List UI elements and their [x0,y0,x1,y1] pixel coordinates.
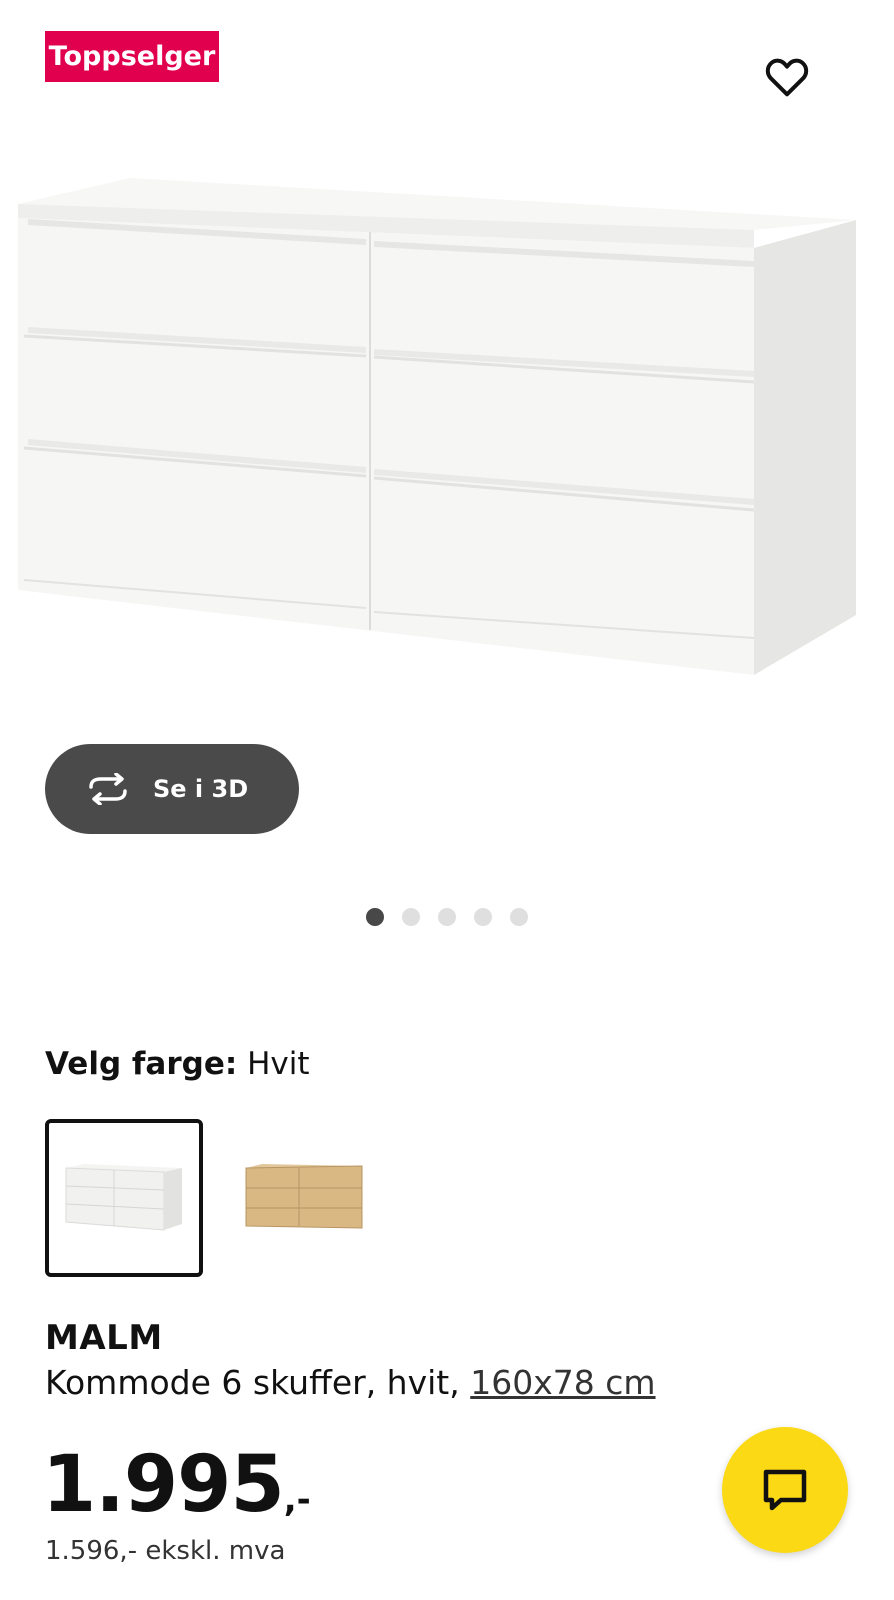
white-dresser-thumbnail [65,1164,182,1231]
gallery-dot[interactable] [474,908,492,926]
badge-label: Toppselger [48,41,216,72]
price-excl-vat: 1.596,- ekskl. mva [45,1536,286,1566]
product-description-text: Kommode 6 skuffer, hvit, [45,1363,460,1402]
color-swatch-oak[interactable] [225,1119,383,1277]
gallery-dot[interactable] [438,908,456,926]
product-description: Kommode 6 skuffer, hvit, 160x78 cm [45,1363,656,1402]
view-in-3d-label: Se i 3D [153,775,249,803]
color-selector-heading: Velg farge: Hvit [45,1046,310,1082]
color-label: Velg farge: [45,1046,238,1082]
gallery-dot[interactable] [510,908,528,926]
gallery-dot[interactable] [366,908,384,926]
chat-bubble-icon [763,1469,807,1511]
product-size-link[interactable]: 160x78 cm [470,1363,655,1402]
product-price: 1.995 ,- [42,1440,311,1530]
rotate-360-icon [89,773,127,805]
color-value: Hvit [247,1046,310,1082]
product-image[interactable] [0,160,894,750]
heart-outline-icon [765,58,809,97]
price-suffix: ,- [283,1480,311,1520]
gallery-dot[interactable] [402,908,420,926]
top-seller-badge: Toppselger [45,31,219,82]
color-swatch-white[interactable] [45,1119,203,1277]
chat-button[interactable] [722,1427,848,1553]
oak-dresser-thumbnail [245,1164,363,1229]
favorite-button[interactable] [760,50,814,104]
dresser-illustration [18,178,856,675]
gallery-pagination [0,908,894,926]
view-in-3d-button[interactable]: Se i 3D [45,744,299,834]
product-name: MALM [45,1318,163,1358]
price-main: 1.995 [42,1440,285,1530]
